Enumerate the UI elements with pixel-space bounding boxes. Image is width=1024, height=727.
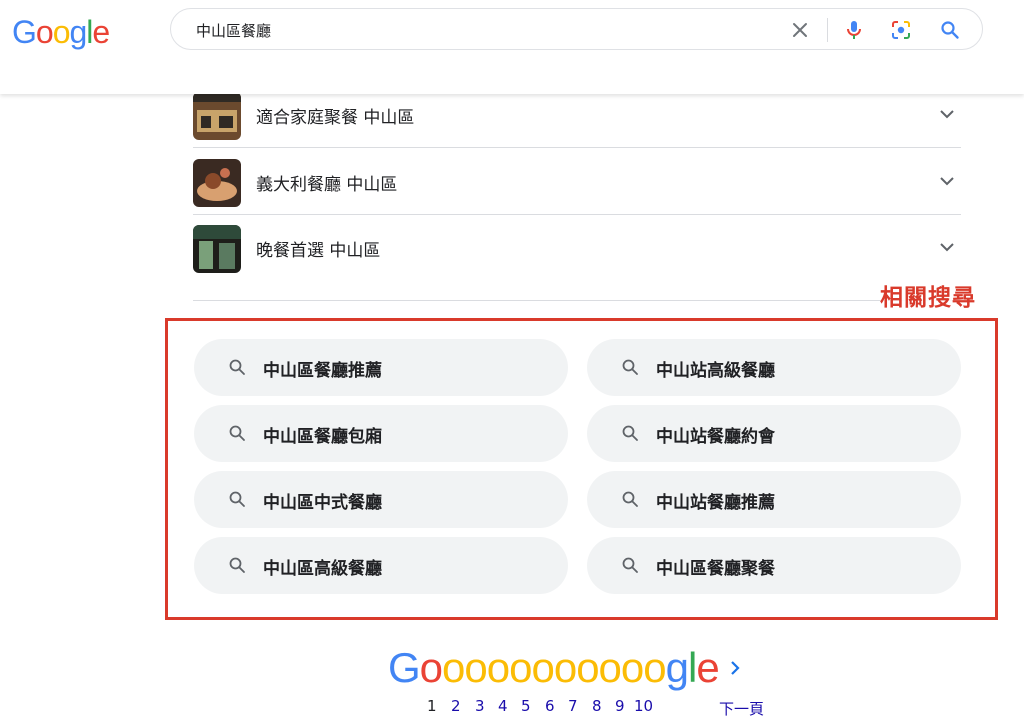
pager-logo-letter: o bbox=[620, 644, 644, 691]
search-divider bbox=[827, 18, 828, 42]
related-search-chip[interactable]: 中山區餐廳包廂 bbox=[194, 405, 568, 462]
chevron-down-icon[interactable] bbox=[937, 237, 957, 257]
pager-logo-letter: G bbox=[388, 644, 421, 691]
pager-logo-letter: o bbox=[464, 644, 487, 691]
chevron-down-icon[interactable] bbox=[937, 171, 957, 191]
page-number-link[interactable]: 5 bbox=[521, 697, 531, 715]
page-number-current: 1 bbox=[427, 697, 437, 715]
page-number-link[interactable]: 6 bbox=[545, 697, 555, 715]
chip-label: 中山站高級餐廳 bbox=[656, 361, 775, 381]
logo-letter: o bbox=[52, 14, 71, 50]
pager-logo-letter: o bbox=[486, 644, 510, 691]
page-number-link[interactable]: 10 bbox=[634, 697, 653, 715]
chevron-right-icon[interactable] bbox=[727, 658, 743, 678]
chip-label: 中山區高級餐廳 bbox=[263, 559, 382, 579]
chip-label: 中山區中式餐廳 bbox=[263, 493, 382, 513]
pager-logo-letter: o bbox=[598, 644, 622, 691]
page-number-link[interactable]: 3 bbox=[475, 697, 485, 715]
logo-letter: e bbox=[92, 14, 110, 50]
related-search-chip[interactable]: 中山區餐廳推薦 bbox=[194, 339, 568, 396]
restaurant-thumbnail bbox=[193, 159, 241, 207]
pager-logo-letter: e bbox=[696, 644, 719, 691]
annotation-label: 相關搜尋 bbox=[880, 278, 976, 312]
related-search-chip[interactable]: 中山站高級餐廳 bbox=[587, 339, 961, 396]
pagination-logo: Gooooooooooogle bbox=[388, 644, 720, 692]
restaurant-thumbnail bbox=[193, 92, 241, 140]
chevron-down-icon[interactable] bbox=[937, 104, 957, 124]
pager-logo-letter: o bbox=[419, 644, 443, 691]
people-also-search-row[interactable]: 義大利餐廳 中山區 bbox=[193, 149, 961, 215]
chip-label: 中山站餐廳約會 bbox=[656, 427, 775, 447]
pager-logo-letter: o bbox=[576, 644, 599, 691]
pager-logo-letter: o bbox=[509, 644, 532, 691]
related-search-chip[interactable]: 中山區中式餐廳 bbox=[194, 471, 568, 528]
pager-logo-letter: o bbox=[531, 644, 554, 691]
pager-logo-letter: o bbox=[442, 644, 465, 691]
search-icon bbox=[229, 359, 245, 375]
pager-logo-letter: o bbox=[643, 644, 666, 691]
related-search-chip[interactable]: 中山站餐廳推薦 bbox=[587, 471, 961, 528]
people-also-search-row[interactable]: 晚餐首選 中山區 bbox=[193, 215, 961, 301]
microphone-icon[interactable] bbox=[842, 18, 866, 42]
search-icon bbox=[622, 359, 638, 375]
page-number-link[interactable]: 8 bbox=[592, 697, 602, 715]
top-bar: Google 中山區餐廳 bbox=[0, 0, 1024, 94]
related-search-chip[interactable]: 中山站餐廳約會 bbox=[587, 405, 961, 462]
chip-label: 中山區餐廳聚餐 bbox=[656, 559, 775, 579]
page-number-link[interactable]: 2 bbox=[451, 697, 461, 715]
search-icon bbox=[229, 557, 245, 573]
search-icon bbox=[622, 491, 638, 507]
row-label: 適合家庭聚餐 中山區 bbox=[256, 108, 415, 128]
search-icon bbox=[622, 557, 638, 573]
clear-icon[interactable] bbox=[788, 18, 812, 42]
search-input[interactable]: 中山區餐廳 bbox=[196, 20, 271, 41]
pager-logo-letter: g bbox=[665, 644, 689, 691]
chip-label: 中山站餐廳推薦 bbox=[656, 493, 775, 513]
row-label: 晚餐首選 中山區 bbox=[256, 241, 381, 261]
logo-letter: g bbox=[69, 14, 87, 50]
page-number-link[interactable]: 7 bbox=[568, 697, 578, 715]
page-number-link[interactable]: 9 bbox=[615, 697, 625, 715]
related-search-chip[interactable]: 中山區高級餐廳 bbox=[194, 537, 568, 594]
search-icon bbox=[622, 425, 638, 441]
chip-label: 中山區餐廳包廂 bbox=[263, 427, 382, 447]
google-logo[interactable]: Google bbox=[12, 12, 110, 52]
search-icon[interactable] bbox=[938, 18, 962, 42]
search-box[interactable]: 中山區餐廳 bbox=[170, 8, 983, 50]
restaurant-thumbnail bbox=[193, 225, 241, 273]
logo-letter: o bbox=[35, 14, 54, 50]
lens-icon[interactable] bbox=[889, 18, 913, 42]
row-label: 義大利餐廳 中山區 bbox=[256, 175, 398, 195]
related-search-chip[interactable]: 中山區餐廳聚餐 bbox=[587, 537, 961, 594]
pager-logo-letter: o bbox=[553, 644, 577, 691]
search-icon bbox=[229, 491, 245, 507]
page-number-link[interactable]: 4 bbox=[498, 697, 508, 715]
logo-letter: G bbox=[12, 14, 37, 50]
search-icon bbox=[229, 425, 245, 441]
chip-label: 中山區餐廳推薦 bbox=[263, 361, 382, 381]
next-page-link[interactable]: 下一頁 bbox=[719, 698, 764, 719]
